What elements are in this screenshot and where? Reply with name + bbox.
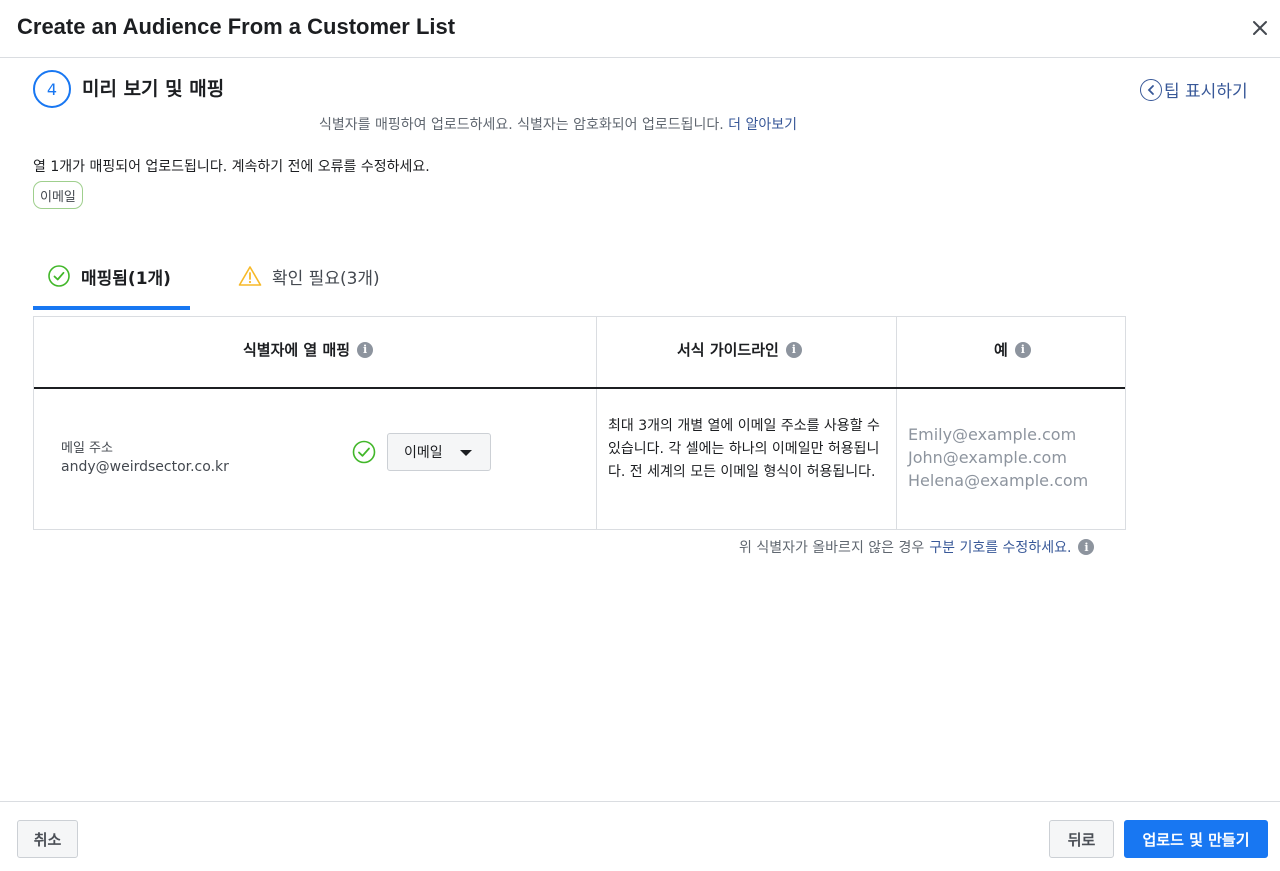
chevron-left-icon [1140,78,1162,101]
column-divider [896,317,897,529]
caret-down-icon [460,450,472,456]
identifier-type-dropdown[interactable]: 이메일 [387,433,491,471]
example-item: John@example.com [908,448,1067,467]
info-icon[interactable]: i [785,341,802,358]
upload-and-create-button[interactable]: 업로드 및 만들기 [1124,820,1268,858]
example-item: Helena@example.com [908,471,1089,490]
mapped-column-chip: 이메일 [33,181,83,209]
dialog-footer: 취소 뒤로 업로드 및 만들기 [0,801,1280,871]
example-list: Emily@example.com John@example.com Helen… [908,423,1088,492]
dialog-title: Create an Audience From a Customer List [17,14,456,39]
show-tips-label: 팁 표시하기 [1164,82,1248,102]
show-tips-link[interactable]: 팁 표시하기 [1140,77,1248,102]
info-icon[interactable]: i [1078,539,1095,555]
close-icon[interactable] [1247,15,1273,41]
info-icon[interactable]: i [1014,341,1031,358]
column-header-example: 예 i [994,339,1031,360]
learn-more-link[interactable]: 더 알아보기 [728,117,797,133]
format-guideline-text: 최대 3개의 개별 열에 이메일 주소를 사용할 수 있습니다. 각 셀에는 하… [608,418,880,480]
tab-mapped[interactable]: 매핑됨(1개) [33,262,190,310]
fix-delimiter-link[interactable]: 구분 기호를 수정하세요. [929,537,1071,557]
column-divider [596,317,597,529]
source-column-sample: andy@weirdsector.co.kr [61,459,229,475]
tab-needs-review-label: 확인 필요(3개) [272,269,380,289]
info-icon[interactable]: i [357,341,374,358]
tab-mapped-label: 매핑됨(1개) [81,269,171,289]
check-circle-icon [352,440,376,468]
back-button[interactable]: 뒤로 [1049,820,1114,858]
cancel-button[interactable]: 취소 [17,820,78,858]
mapping-summary: 열 1개가 매핑되어 업로드됩니다. 계속하기 전에 오류를 수정하세요. [33,159,430,175]
step-number: 4 [33,70,71,108]
column-header-mapping: 식별자에 열 매핑 i [243,339,374,360]
step-title: 미리 보기 및 매핑 [82,78,225,100]
delimiter-footnote: 위 식별자가 올바르지 않은 경우 구분 기호를 수정하세요. i [739,537,1095,557]
check-circle-icon [47,264,71,288]
dialog-header: Create an Audience From a Customer List [0,0,1280,58]
header-rule [34,387,1125,389]
mapping-table: 식별자에 열 매핑 i 서식 가이드라인 i 예 i 메일 주소 andy@we… [33,316,1126,530]
source-column-name: 메일 주소 [61,441,113,456]
column-header-guideline: 서식 가이드라인 i [677,339,802,360]
example-item: Emily@example.com [908,425,1077,444]
tab-needs-review[interactable]: 확인 필요(3개) [238,262,380,310]
step-description: 식별자를 매핑하여 업로드하세요. 식별자는 암호화되어 업로드됩니다. 더 알… [319,117,797,133]
identifier-type-value: 이메일 [404,445,443,461]
warning-icon [238,264,262,288]
